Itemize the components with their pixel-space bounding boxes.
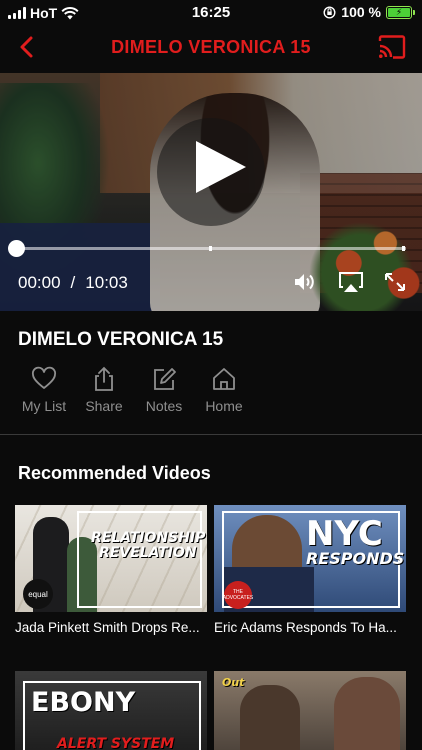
recommended-video-card[interactable]: RELATIONSHIP REVELATION equal Jada Pinke… <box>15 505 207 635</box>
recommended-title: Recommended Videos <box>18 463 211 483</box>
video-thumbnail[interactable]: Out <box>214 671 406 750</box>
thumbnail-figure <box>240 685 300 750</box>
home-button[interactable]: Home <box>194 366 254 414</box>
recommended-video-title: Jada Pinkett Smith Drops Re... <box>15 620 200 635</box>
recommended-video-title: Eric Adams Responds To Ha... <box>214 620 397 635</box>
video-thumbnail[interactable]: NYC RESPONDS THE ADVOCATES <box>214 505 406 612</box>
video-thumbnail[interactable]: RELATIONSHIP REVELATION equal <box>15 505 207 612</box>
channel-badge: equal <box>23 579 53 609</box>
airplay-icon[interactable] <box>338 271 364 293</box>
thumbnail-overlay-text: Out <box>222 676 245 689</box>
chapter-marker <box>402 246 405 251</box>
video-thumbnail[interactable]: EBONY ALERT SYSTEM <box>15 671 207 750</box>
divider <box>0 434 422 435</box>
orientation-lock-icon <box>323 5 336 19</box>
battery-percent: 100 % <box>341 4 381 20</box>
duration: 10:03 <box>85 273 128 292</box>
notes-button[interactable]: Notes <box>134 366 194 414</box>
play-icon[interactable] <box>190 137 250 197</box>
nav-header: DIMELO VERONICA 15 <box>0 26 422 72</box>
current-time: 00:00 <box>18 273 61 292</box>
chapter-marker <box>209 246 212 251</box>
notes-label: Notes <box>145 398 183 414</box>
share-label: Share <box>85 398 123 414</box>
status-bar: HoT 16:25 100 % ⚡ <box>0 0 422 26</box>
progress-track[interactable] <box>16 246 406 251</box>
recommended-video-card[interactable]: EBONY ALERT SYSTEM <box>15 671 207 750</box>
thumbnail-overlay-text: EBONY <box>31 687 136 718</box>
status-right: 100 % ⚡ <box>323 4 415 20</box>
my-list-label: My List <box>21 398 67 414</box>
video-title: DIMELO VERONICA 15 <box>18 329 224 350</box>
recommended-video-card[interactable]: Out <box>214 671 406 750</box>
heart-icon <box>32 366 56 389</box>
thumbnail-overlay-text: REVELATION <box>99 545 197 561</box>
edit-icon <box>154 368 176 390</box>
channel-badge: THE ADVOCATES <box>223 581 253 609</box>
recommended-video-card[interactable]: NYC RESPONDS THE ADVOCATES Eric Adams Re… <box>214 505 406 635</box>
share-icon <box>95 366 113 391</box>
time-separator: / <box>70 273 76 292</box>
my-list-button[interactable]: My List <box>14 366 74 414</box>
thumbnail-overlay-text: RELATIONSHIP <box>91 530 206 546</box>
thumbnail-overlay-text: RESPONDS <box>306 549 405 568</box>
progress-knob[interactable] <box>8 240 25 257</box>
action-bar: My List Share Notes Home <box>14 366 254 414</box>
share-button[interactable]: Share <box>74 366 134 414</box>
home-icon <box>213 368 235 390</box>
volume-icon[interactable] <box>293 271 317 293</box>
thumbnail-overlay-text: ALERT SYSTEM <box>57 736 175 750</box>
cast-icon[interactable] <box>378 35 406 59</box>
page-title: DIMELO VERONICA 15 <box>111 37 311 57</box>
fullscreen-icon[interactable] <box>383 271 407 293</box>
thumbnail-figure <box>334 677 400 750</box>
time-display: 00:00 / 10:03 <box>18 273 128 293</box>
thumbnail-overlay-text: NYC <box>306 514 383 554</box>
home-label: Home <box>205 398 243 414</box>
video-player[interactable]: 00:00 / 10:03 <box>0 73 422 311</box>
battery-icon: ⚡ <box>386 5 415 19</box>
